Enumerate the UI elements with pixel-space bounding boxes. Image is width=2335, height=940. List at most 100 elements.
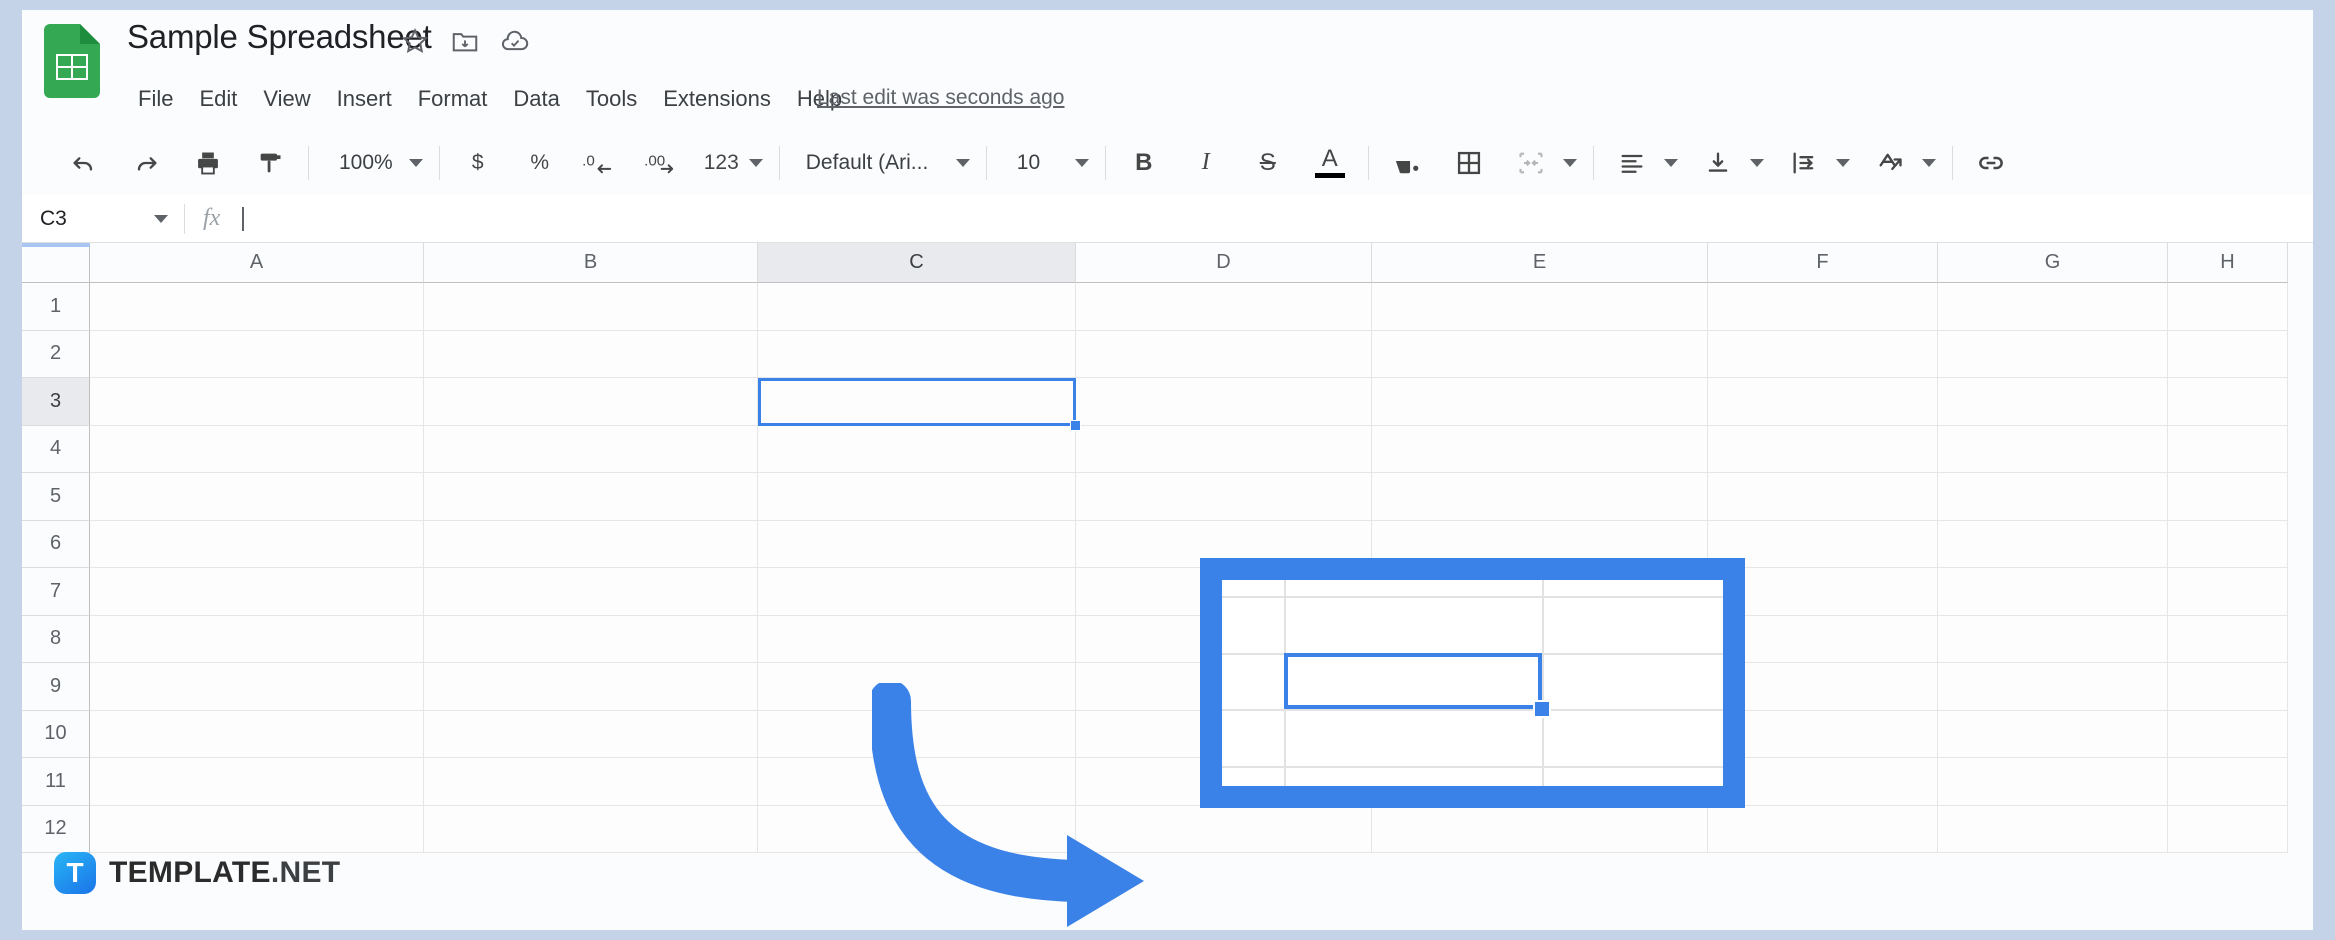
menu-item-file[interactable]: File [125,82,186,116]
cell-H7[interactable] [2168,568,2288,616]
last-edit-status[interactable]: Last edit was seconds ago [817,86,1065,110]
row-header-7[interactable]: 7 [22,568,90,616]
document-title[interactable]: Sample Spreadsheet [127,18,432,56]
cell-A11[interactable] [90,758,424,806]
cell-G1[interactable] [1938,283,2168,331]
cell-H2[interactable] [2168,330,2288,378]
cell-H12[interactable] [2168,805,2288,853]
cell-C6[interactable] [758,520,1076,568]
cell-H4[interactable] [2168,425,2288,473]
fill-color-button[interactable] [1385,140,1429,186]
row-header-12[interactable]: 12 [22,805,90,853]
redo-icon[interactable] [124,140,168,186]
cell-F12[interactable] [1708,805,1938,853]
row-header-3[interactable]: 3 [22,378,90,426]
cell-G5[interactable] [1938,473,2168,521]
percent-format-button[interactable]: % [518,140,562,186]
cell-B9[interactable] [424,663,758,711]
cell-A4[interactable] [90,425,424,473]
cell-C8[interactable] [758,615,1076,663]
cell-G4[interactable] [1938,425,2168,473]
cell-B8[interactable] [424,615,758,663]
column-header-f[interactable]: F [1708,243,1938,283]
font-family-dropdown[interactable]: Default (Ari... [796,140,970,186]
formula-input[interactable] [244,195,2313,242]
cell-G11[interactable] [1938,758,2168,806]
cell-B10[interactable] [424,710,758,758]
cell-G10[interactable] [1938,710,2168,758]
cell-H11[interactable] [2168,758,2288,806]
text-color-button[interactable]: A [1308,140,1352,186]
cell-F5[interactable] [1708,473,1938,521]
cell-A10[interactable] [90,710,424,758]
select-all-corner[interactable] [22,243,90,283]
menu-item-data[interactable]: Data [500,82,572,116]
decrease-decimal-button[interactable]: .0 [580,140,624,186]
cell-G7[interactable] [1938,568,2168,616]
column-header-b[interactable]: B [424,243,758,283]
cell-H3[interactable] [2168,378,2288,426]
cell-D5[interactable] [1076,473,1372,521]
cell-G9[interactable] [1938,663,2168,711]
cell-H5[interactable] [2168,473,2288,521]
sheets-logo-icon[interactable] [44,24,100,98]
cell-F4[interactable] [1708,425,1938,473]
bold-button[interactable]: B [1122,140,1166,186]
row-header-6[interactable]: 6 [22,520,90,568]
cell-B12[interactable] [424,805,758,853]
cell-F3[interactable] [1708,378,1938,426]
row-header-8[interactable]: 8 [22,615,90,663]
undo-icon[interactable] [62,140,106,186]
cell-E5[interactable] [1372,473,1708,521]
cell-A6[interactable] [90,520,424,568]
currency-format-button[interactable]: $ [456,140,500,186]
paint-format-icon[interactable] [248,140,292,186]
cell-E2[interactable] [1372,330,1708,378]
cell-C5[interactable] [758,473,1076,521]
cell-G3[interactable] [1938,378,2168,426]
cell-H1[interactable] [2168,283,2288,331]
menu-item-tools[interactable]: Tools [573,82,650,116]
cell-A5[interactable] [90,473,424,521]
column-header-e[interactable]: E [1372,243,1708,283]
cell-F1[interactable] [1708,283,1938,331]
cell-G12[interactable] [1938,805,2168,853]
cell-B6[interactable] [424,520,758,568]
cell-E3[interactable] [1372,378,1708,426]
font-size-dropdown[interactable]: 10 [1003,140,1089,186]
cell-H9[interactable] [2168,663,2288,711]
cell-C7[interactable] [758,568,1076,616]
cell-E1[interactable] [1372,283,1708,331]
cell-E4[interactable] [1372,425,1708,473]
cell-D3[interactable] [1076,378,1372,426]
row-header-1[interactable]: 1 [22,283,90,331]
row-header-10[interactable]: 10 [22,710,90,758]
row-header-9[interactable]: 9 [22,663,90,711]
row-header-11[interactable]: 11 [22,758,90,806]
cell-F2[interactable] [1708,330,1938,378]
menu-item-format[interactable]: Format [405,82,501,116]
cell-C1[interactable] [758,283,1076,331]
cell-H8[interactable] [2168,615,2288,663]
chevron-down-icon[interactable] [1562,158,1577,167]
menu-item-view[interactable]: View [250,82,323,116]
merge-cells-button[interactable] [1509,140,1553,186]
cell-G2[interactable] [1938,330,2168,378]
cell-A7[interactable] [90,568,424,616]
column-header-d[interactable]: D [1076,243,1372,283]
cell-D2[interactable] [1076,330,1372,378]
cell-D1[interactable] [1076,283,1372,331]
cell-A9[interactable] [90,663,424,711]
row-header-2[interactable]: 2 [22,330,90,378]
menu-item-extensions[interactable]: Extensions [650,82,784,116]
cell-A12[interactable] [90,805,424,853]
row-header-5[interactable]: 5 [22,473,90,521]
cell-B2[interactable] [424,330,758,378]
cell-G8[interactable] [1938,615,2168,663]
cloud-saved-icon[interactable] [500,26,530,56]
cell-B4[interactable] [424,425,758,473]
column-header-a[interactable]: A [90,243,424,283]
cell-C2[interactable] [758,330,1076,378]
row-header-4[interactable]: 4 [22,425,90,473]
fill-handle[interactable] [1070,419,1081,431]
